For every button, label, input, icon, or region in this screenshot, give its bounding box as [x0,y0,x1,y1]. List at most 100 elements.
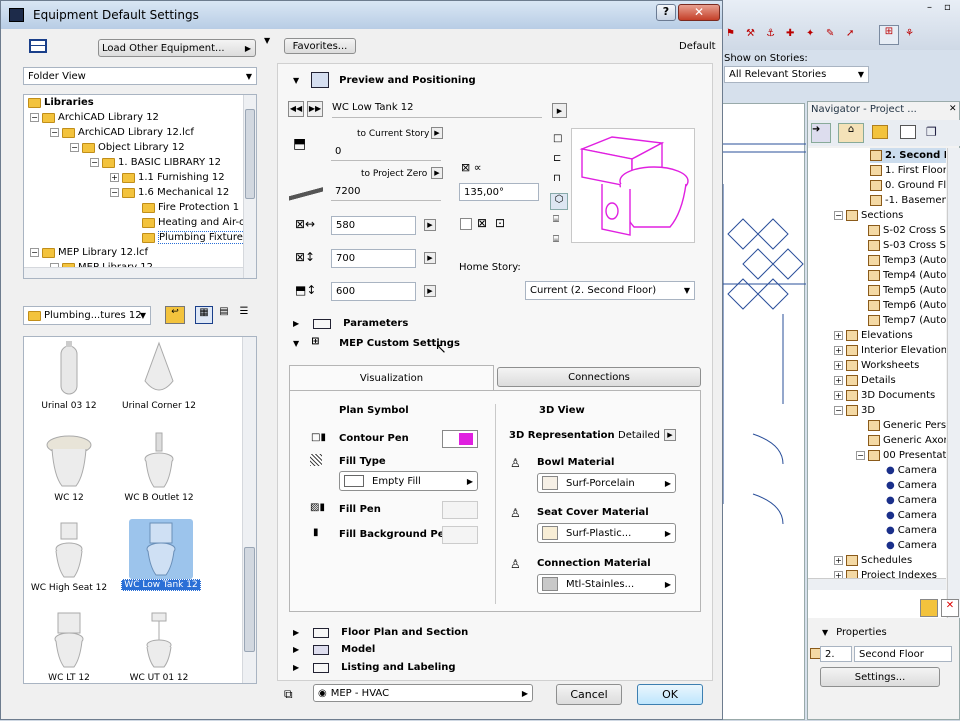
next-object-button[interactable]: ▶▶ [307,101,323,117]
tree-hscrollbar[interactable] [24,267,243,278]
collapse-icon[interactable]: − [70,143,79,152]
thumbnail-item[interactable]: Urinal 03 12 [24,337,114,411]
fill-pen-swatch[interactable] [442,501,478,519]
folder-up-button[interactable]: ↩ [165,306,185,324]
collapse-icon[interactable]: − [30,248,39,257]
nav-item[interactable]: − 3D [834,403,875,418]
nav-item[interactable]: Temp6 (Auto [868,298,946,313]
conn-material-select[interactable]: Mtl-Stainles... ▶ [537,574,676,594]
nav-item[interactable]: 1. First Floor [870,163,946,178]
view-large-icon[interactable]: ▦ [195,306,213,324]
scroll-thumb[interactable] [245,109,255,199]
thumbnail-item[interactable]: WC 12 [24,427,114,503]
library-view-icon[interactable] [29,39,55,59]
thumbnail-item[interactable]: WC B Outlet 12 [114,427,204,503]
nav-item[interactable]: ● Camera [886,463,937,478]
thumbnail-item[interactable]: WC UT 01 12 [114,607,204,683]
tool-icon-f[interactable]: ✎ [826,28,840,42]
nav-item[interactable]: Temp4 (Auto [868,268,946,283]
nav-item[interactable]: ● Camera [886,523,937,538]
nav-item[interactable]: Generic Axon [868,433,946,448]
tool-icon-d[interactable]: ✚ [786,28,800,42]
collapse-icon[interactable]: − [110,188,119,197]
tree-item[interactable]: − Object Library 12 [70,140,185,155]
tree-item[interactable]: − ArchiCAD Library 12.lcf [50,125,194,140]
navigator-close-icon[interactable]: ✕ [949,104,957,114]
tree-vscrollbar[interactable] [243,95,256,278]
tool-icon-h[interactable]: ⊞ [879,25,899,45]
folder-select[interactable]: Plumbing...tures 12 ▼ [23,306,151,325]
tool-icon-i[interactable]: ⚘ [905,28,919,42]
nav-item[interactable]: Temp7 (Auto [868,313,946,328]
layer-select[interactable]: ◉ MEP - HVAC ▶ [313,684,533,702]
expand-icon[interactable]: + [834,346,843,355]
tab-connections[interactable]: Connections [497,367,701,387]
seat-material-select[interactable]: Surf-Plastic... ▶ [537,523,676,543]
tree-item[interactable]: − 1. BASIC LIBRARY 12 [90,155,221,170]
restore-icon[interactable]: ▫ [944,2,956,14]
mirror-y-icon[interactable]: ⊡ [495,216,505,230]
thumbnails-scrollbar[interactable] [242,337,256,683]
preview-section-header[interactable]: ▼ Preview and Positioning [293,72,476,88]
project-zero-input[interactable]: 7200 [331,183,441,201]
nav-item[interactable]: − 00 Presentat [856,448,946,463]
tree-item-selected[interactable]: Plumbing Fixtures [142,230,250,245]
prop-name[interactable]: Second Floor [854,646,952,662]
expand-icon[interactable]: + [834,391,843,400]
rep3d-value[interactable]: Detailed [618,430,660,441]
nav-item[interactable]: S-03 Cross S [868,238,946,253]
folder-view-select[interactable]: Folder View ▼ [23,67,257,85]
close-window-icon[interactable]: – [927,2,939,14]
nav-item[interactable]: Temp5 (Auto [868,283,946,298]
nav-item[interactable]: − Sections [834,208,903,223]
tree-item[interactable]: Heating and Air-c [142,215,245,230]
tree-item-libraries[interactable]: Libraries [28,95,94,110]
expand-icon[interactable]: + [834,376,843,385]
collapse-icon[interactable]: − [30,113,39,122]
bowl-material-select[interactable]: Surf-Porcelain ▶ [537,473,676,493]
layout-book-icon[interactable] [900,125,916,139]
view-side-icon[interactable]: ⊏ [553,153,561,164]
view-section-icon[interactable]: ⌸ [553,214,559,225]
favorites-button[interactable]: Favorites... [284,38,356,54]
nav-item[interactable]: ● Camera [886,508,937,523]
thumbnail-item[interactable]: Urinal Corner 12 [114,337,204,411]
width-input[interactable]: 580 [331,216,416,235]
object-menu-button[interactable]: ▶ [552,103,567,118]
view-detail-icon[interactable]: ☰ [235,306,253,324]
collapse-icon[interactable]: − [856,451,865,460]
collapse-icon[interactable]: − [834,406,843,415]
prop-number[interactable]: 2. [820,646,852,662]
tab-visualization[interactable]: Visualization [289,365,494,391]
view-3d-icon[interactable]: ⬡ [550,193,568,210]
fill-bg-pen-swatch[interactable] [442,526,478,544]
to-current-story-menu[interactable]: ▶ [431,127,443,139]
nav-item[interactable]: -1. Basemen [870,193,946,208]
home-story-select[interactable]: Current (2. Second Floor) ▼ [525,281,695,300]
expand-icon[interactable]: + [110,173,119,182]
nav-item[interactable]: + Worksheets [834,358,919,373]
collapse-icon[interactable]: − [834,211,843,220]
tool-icon-a[interactable]: ⚑ [726,28,740,42]
angle-input[interactable]: 135,00° [459,183,539,201]
project-map-icon[interactable]: ⌂ [838,123,864,143]
tool-icon-c[interactable]: ⚓ [766,28,780,42]
tree-item[interactable]: − MEP Library 12.lcf [30,245,148,260]
thumbnail-item[interactable]: WC LT 12 [24,607,114,683]
properties-toggle[interactable]: ▼ Properties [822,627,887,638]
stories-select[interactable]: All Relevant Stories ▼ [724,66,869,83]
cancel-button[interactable]: Cancel [556,684,622,705]
listing-section-header[interactable]: ▶ Listing and Labeling [293,662,456,673]
navigator-arrow-icon[interactable]: ➜ [811,123,831,143]
nav-item[interactable]: + Schedules [834,553,912,568]
tree-item[interactable]: Fire Protection 1 [142,200,239,215]
contour-pen-swatch[interactable] [442,430,478,448]
to-project-zero-menu[interactable]: ▶ [431,167,443,179]
nav-item[interactable]: ● Camera [886,493,937,508]
nav-item[interactable]: S-02 Cross S [868,223,946,238]
thumbnail-item[interactable]: WC High Seat 12 [24,517,114,593]
nav-item[interactable]: 2. Second Fl [870,148,946,163]
height-input[interactable]: 600 [331,282,416,301]
thumbnail-item-selected[interactable]: WC Low Tank 12 [116,519,206,591]
expand-icon[interactable]: + [834,361,843,370]
